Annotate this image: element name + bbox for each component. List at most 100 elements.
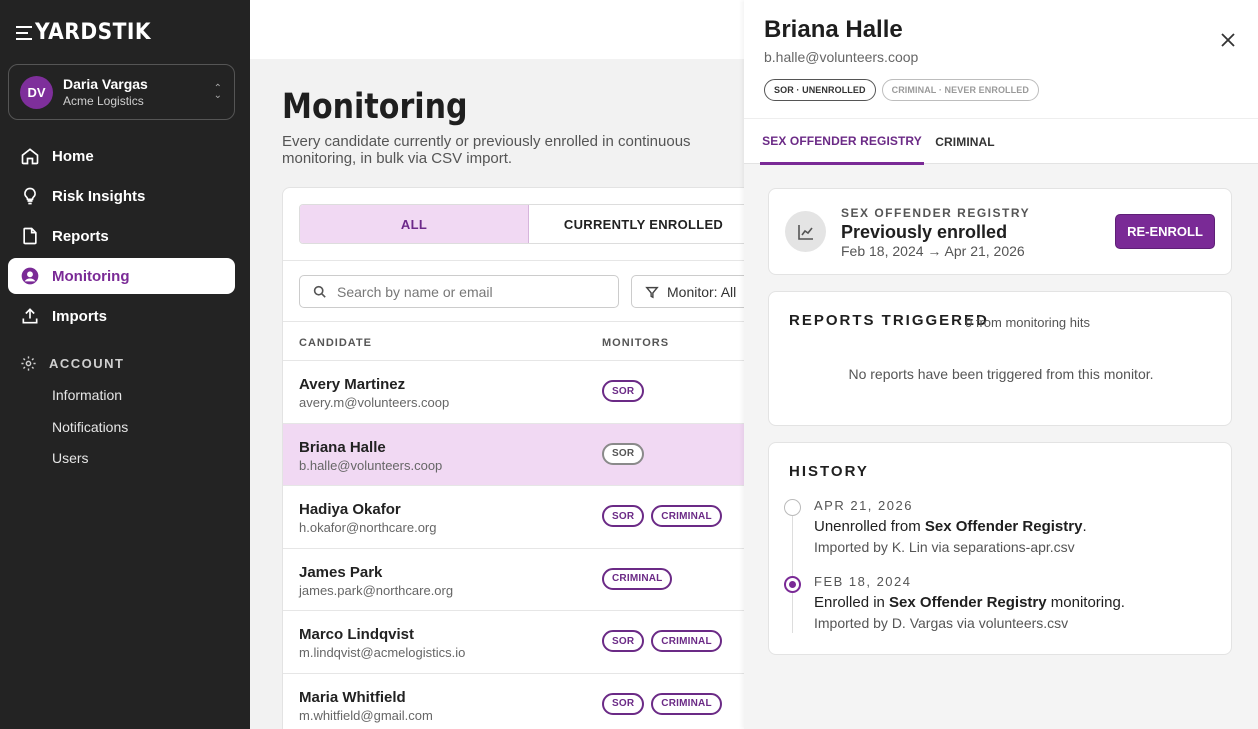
account-section-header: ACCOUNT <box>20 355 125 372</box>
sidebar-item-reports[interactable]: Reports <box>8 218 235 254</box>
tab-sex-offender-registry[interactable]: SEX OFFENDER REGISTRY <box>760 119 924 165</box>
history-panel: HISTORY APR 21, 2026 Unenrolled from Sex… <box>768 442 1232 655</box>
drawer-candidate-name: Briana Halle <box>764 16 903 43</box>
timeline-dot <box>784 499 801 516</box>
segment-currently-enrolled[interactable]: CURRENTLY ENROLLED <box>529 205 751 243</box>
candidate-name: Maria Whitfield <box>299 688 406 706</box>
sidebar-item-label: Home <box>52 147 94 165</box>
drawer-tabs: SEX OFFENDER REGISTRY CRIMINAL <box>744 118 1258 165</box>
candidate-email: m.lindqvist@acmelogistics.io <box>299 645 466 660</box>
re-enroll-button[interactable]: RE-ENROLL <box>1115 214 1215 249</box>
table-row[interactable]: Avery Martinez avery.m@volunteers.coop S… <box>283 360 751 423</box>
monitor-badge-sor: SOR <box>602 692 645 715</box>
drawer-candidate-email: b.halle@volunteers.coop <box>764 49 919 65</box>
monitor-badge-criminal: CRIMINAL <box>651 630 722 652</box>
monitor-badge-sor: SOR <box>602 442 645 465</box>
monitor-badge-criminal: CRIMINAL <box>602 567 673 590</box>
monitor-badge-sor: SOR <box>602 380 645 402</box>
history-date: APR 21, 2026 <box>814 498 913 513</box>
history-event-detail: Imported by K. Lin via separations-apr.c… <box>814 539 1075 555</box>
reports-triggered-panel: REPORTS TRIGGERED 0 from monitoring hits… <box>768 291 1232 426</box>
sidebar-nav: Home Risk Insights Reports Monitoring Im… <box>8 138 235 338</box>
search-placeholder: Search by name or email <box>337 283 493 300</box>
enrollment-state: Previously enrolled <box>841 222 1008 242</box>
candidate-name: Marco Lindqvist <box>299 626 415 643</box>
candidate-email: avery.m@volunteers.coop <box>299 395 450 410</box>
enrollment-monitor-label: SEX OFFENDER REGISTRY <box>841 206 1031 220</box>
sidebar-item-information[interactable]: Information <box>52 387 128 419</box>
sidebar-item-label: Imports <box>52 307 108 325</box>
monitor-filter-label: Monitor: All <box>667 283 737 300</box>
candidate-name: Hadiya Okafor <box>299 501 401 518</box>
filter-icon <box>645 286 659 298</box>
candidate-name: James Park <box>299 563 383 581</box>
candidate-table: Avery Martinez avery.m@volunteers.coop S… <box>283 360 751 729</box>
candidate-name: Briana Halle <box>299 438 386 456</box>
history-title: HISTORY <box>789 463 869 480</box>
filter-bar: Search by name or email Monitor: All <box>283 260 751 322</box>
monitor-badge-criminal: CRIMINAL <box>651 692 722 715</box>
table-row[interactable]: Marco Lindqvist m.lindqvist@acmelogistic… <box>283 610 751 673</box>
sidebar-item-home[interactable]: Home <box>8 138 235 174</box>
tab-criminal[interactable]: CRIMINAL <box>924 119 1006 165</box>
table-row-selected[interactable]: Briana Halle b.halle@volunteers.coop SOR <box>283 422 751 485</box>
sidebar: YARDSTIK DV Daria Vargas Acme Logistics … <box>0 0 250 729</box>
logo-bars-icon <box>16 25 32 40</box>
segment-control: ALL CURRENTLY ENROLLED <box>299 204 751 244</box>
enrollment-panel: SEX OFFENDER REGISTRY Previously enrolle… <box>768 188 1232 275</box>
home-icon <box>21 148 39 165</box>
monitor-badge-sor: SOR <box>602 630 645 652</box>
monitor-filter-button[interactable]: Monitor: All <box>631 275 751 308</box>
account-name: Daria Vargas <box>63 76 148 92</box>
sidebar-item-label: Reports <box>52 227 109 245</box>
brand-name: YARDSTIK <box>35 20 152 45</box>
history-date: FEB 18, 2024 <box>814 574 912 589</box>
sidebar-item-notifications[interactable]: Notifications <box>52 419 128 451</box>
sidebar-item-imports[interactable]: Imports <box>8 298 235 334</box>
section-label: ACCOUNT <box>49 356 125 371</box>
sidebar-item-risk-insights[interactable]: Risk Insights <box>8 178 235 214</box>
close-icon[interactable] <box>1218 30 1238 50</box>
history-event-title: Enrolled in Sex Offender Registry monito… <box>814 594 1125 611</box>
sidebar-item-label: Monitoring <box>52 267 130 285</box>
chevron-updown-icon: ⌃ ⌄ <box>213 83 222 101</box>
reports-empty-message: No reports have been triggered from this… <box>848 366 1154 382</box>
column-header-candidate[interactable]: CANDIDATE <box>299 337 372 349</box>
status-badge-sor: SOR · UNENROLLED <box>764 79 876 101</box>
table-row[interactable]: James Park james.park@northcare.org CRIM… <box>283 547 751 611</box>
status-badge-criminal: CRIMINAL · NEVER ENROLLED <box>881 79 1039 101</box>
gear-icon <box>21 356 36 371</box>
search-icon <box>313 285 326 298</box>
monitor-badge-sor: SOR <box>602 505 645 527</box>
candidates-card: ALL CURRENTLY ENROLLED Search by name or… <box>282 187 752 729</box>
table-row[interactable]: Hadiya Okafor h.okafor@northcare.org SOR… <box>283 485 751 548</box>
page-title: Monitoring <box>282 87 468 127</box>
timeline-dot-active <box>784 576 801 593</box>
page-description: Every candidate currently or previously … <box>282 133 691 167</box>
reports-triggered-title: REPORTS TRIGGERED <box>789 312 989 329</box>
sidebar-item-label: Risk Insights <box>52 187 146 205</box>
history-event-detail: Imported by D. Vargas via volunteers.csv <box>814 615 1069 631</box>
lightbulb-icon <box>24 187 36 205</box>
drawer-header: Briana Halle b.halle@volunteers.coop SOR… <box>744 0 1258 118</box>
account-switcher[interactable]: DV Daria Vargas Acme Logistics ⌃ ⌄ <box>8 64 235 120</box>
candidate-email: james.park@northcare.org <box>299 582 454 598</box>
table-row[interactable]: Maria Whitfield m.whitfield@gmail.com SO… <box>283 672 751 729</box>
sidebar-item-monitoring[interactable]: Monitoring <box>8 258 235 294</box>
account-org: Acme Logistics <box>63 94 144 108</box>
candidate-email: b.halle@volunteers.coop <box>299 457 443 473</box>
brand-logo[interactable]: YARDSTIK <box>16 20 161 45</box>
upload-icon <box>22 308 38 324</box>
search-input[interactable]: Search by name or email <box>299 275 619 308</box>
timeline-line <box>792 499 793 633</box>
sidebar-item-users[interactable]: Users <box>52 450 128 482</box>
candidate-email: h.okafor@northcare.org <box>299 520 437 535</box>
candidate-drawer: Briana Halle b.halle@volunteers.coop SOR… <box>744 0 1258 729</box>
enrollment-date-range: Feb 18, 2024 → Apr 21, 2026 <box>841 243 1025 259</box>
reports-triggered-count: 0 from monitoring hits <box>965 315 1090 330</box>
chart-line-icon <box>785 211 826 252</box>
candidate-email: m.whitfield@gmail.com <box>299 707 433 723</box>
column-header-monitors[interactable]: MONITORS <box>602 337 669 349</box>
segment-all[interactable]: ALL <box>300 205 529 243</box>
avatar: DV <box>20 75 53 109</box>
